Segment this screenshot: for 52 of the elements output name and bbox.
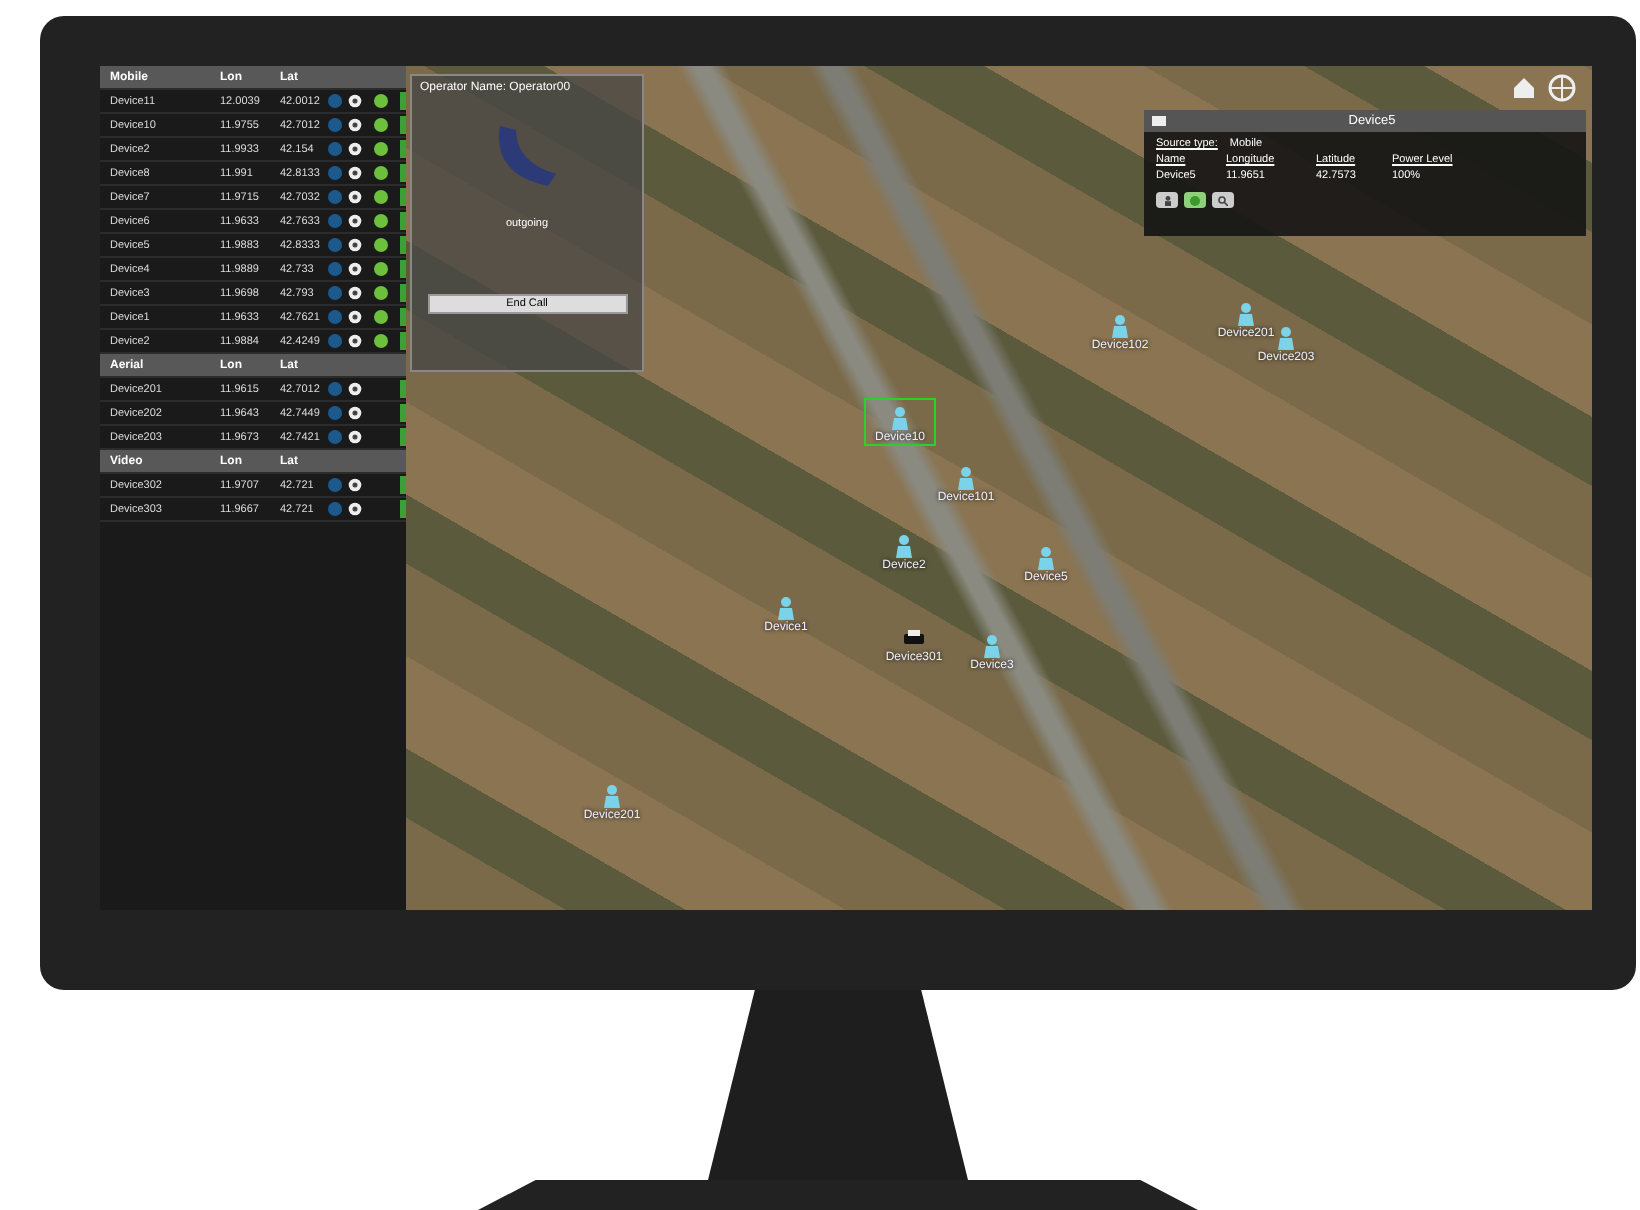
person-marker-icon[interactable]: [602, 784, 622, 808]
signal-bar-icon: [400, 260, 406, 278]
status-dot-icon[interactable]: [328, 214, 342, 228]
signal-bar-icon: [400, 92, 406, 110]
signal-bar-icon: [400, 308, 406, 326]
person-marker-icon[interactable]: [1276, 326, 1296, 350]
signal-bar-icon: [400, 332, 406, 350]
person-marker-icon[interactable]: [982, 634, 1002, 658]
person-marker-icon[interactable]: [894, 534, 914, 558]
home-icon[interactable]: [1510, 74, 1538, 102]
person-marker-icon[interactable]: [1236, 302, 1256, 326]
status-dot-icon[interactable]: [328, 502, 342, 516]
info-button[interactable]: [1156, 192, 1178, 208]
person-marker-icon[interactable]: [776, 596, 796, 620]
status-dot-icon[interactable]: [328, 262, 342, 276]
signal-bar-icon: [400, 500, 406, 518]
signal-bar-icon: [400, 380, 406, 398]
status-dot-icon[interactable]: [328, 406, 342, 420]
status-dot-icon[interactable]: [328, 238, 342, 252]
status-dot-icon[interactable]: [328, 142, 342, 156]
zoom-button[interactable]: [1212, 192, 1234, 208]
status-dot-icon[interactable]: [328, 190, 342, 204]
signal-bar-icon: [400, 404, 406, 422]
person-marker-icon[interactable]: [1036, 546, 1056, 570]
signal-bar-icon: [400, 140, 406, 158]
status-dot-icon[interactable]: [328, 382, 342, 396]
car-icon[interactable]: [904, 626, 924, 650]
status-dot-icon[interactable]: [328, 478, 342, 492]
globe-icon[interactable]: [1548, 74, 1576, 102]
status-dot-icon[interactable]: [328, 334, 342, 348]
signal-bar-icon: [400, 116, 406, 134]
status-dot-icon[interactable]: [328, 118, 342, 132]
status-dot-icon[interactable]: [328, 166, 342, 180]
signal-bar-icon: [400, 476, 406, 494]
signal-bar-icon: [400, 236, 406, 254]
person-marker-icon[interactable]: [956, 466, 976, 490]
signal-bar-icon: [400, 188, 406, 206]
signal-bar-icon: [400, 164, 406, 182]
signal-bar-icon: [400, 212, 406, 230]
status-dot-icon[interactable]: [328, 430, 342, 444]
status-dot-icon[interactable]: [328, 310, 342, 324]
signal-bar-icon: [400, 284, 406, 302]
signal-bar-icon: [400, 428, 406, 446]
window-icon: [1152, 116, 1166, 126]
person-marker-icon[interactable]: [890, 406, 910, 430]
status-dot-icon[interactable]: [328, 94, 342, 108]
status-dot-icon[interactable]: [328, 286, 342, 300]
search-icon: [1218, 195, 1228, 205]
circle-icon: [1190, 195, 1200, 205]
call-button[interactable]: [1184, 192, 1206, 208]
person-icon: [1163, 195, 1171, 205]
person-marker-icon[interactable]: [1110, 314, 1130, 338]
